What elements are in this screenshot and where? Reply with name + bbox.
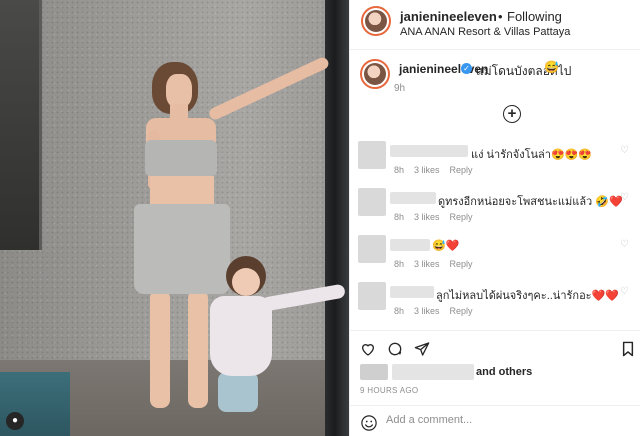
comment-icon[interactable] (387, 341, 403, 357)
comment-like-icon[interactable]: ♡ (620, 286, 629, 297)
comment-like-icon[interactable]: ♡ (620, 192, 629, 203)
post-photo[interactable]: ● (0, 0, 349, 436)
emoji-smile-icon[interactable] (360, 414, 378, 432)
glass-door-frame (325, 0, 349, 436)
blurred-username[interactable] (390, 239, 430, 251)
bookmark-icon[interactable] (622, 341, 634, 357)
comment-avatar[interactable] (358, 188, 386, 216)
blurred-username[interactable] (390, 286, 434, 298)
comment-like-icon[interactable]: ♡ (620, 145, 629, 156)
location-link[interactable]: ANA ANAN Resort & Villas Pattaya (400, 26, 570, 38)
following-button[interactable]: Following (507, 9, 562, 24)
reply-button[interactable]: Reply (450, 165, 473, 175)
child-dress (210, 296, 272, 376)
add-comment-input[interactable] (386, 414, 586, 426)
comment-meta: 8h 3 likes Reply (394, 212, 483, 222)
comment-item: ดูทรงอีกหน่อยจะโพสชนะแม่แล้ว 🤣❤️ 8h 3 lik… (350, 184, 640, 231)
child-face (232, 268, 260, 296)
comment-text: ลูกไม่หลบได้ผ่นจริงๆคะ..น่ารักอะ❤️❤️ (436, 290, 619, 302)
comment-text: ดูทรงอีกหน่อยจะโพสชนะแม่แล้ว 🤣❤️ (438, 196, 623, 208)
header-username[interactable]: janienineeleven (400, 9, 497, 24)
woman-midriff (150, 176, 214, 206)
comment-item: ลูกไม่หลบได้ผ่นจริงๆคะ..น่ารักอะ❤️❤️ 8h 3… (350, 278, 640, 325)
caption-avatar[interactable] (360, 59, 390, 89)
verified-badge-icon: ✓ (461, 63, 472, 74)
comment-time[interactable]: 8h (394, 259, 404, 269)
comment-avatar[interactable] (358, 282, 386, 310)
load-more-comments-button[interactable]: + (503, 105, 521, 123)
comment-likes[interactable]: 3 likes (414, 306, 440, 316)
woman-crop-top (145, 140, 217, 176)
likes-summary: and others (350, 362, 640, 382)
post-timestamp[interactable]: 9 HOURS AGO (360, 386, 418, 395)
heart-icon[interactable] (360, 341, 376, 357)
separator-dot: • (498, 9, 503, 24)
comment-like-icon[interactable]: ♡ (620, 239, 629, 250)
reply-button[interactable]: Reply (450, 306, 473, 316)
comment-text: 😅❤️ (432, 240, 460, 252)
comment-meta: 8h 3 likes Reply (394, 306, 483, 316)
comment-meta: 8h 3 likes Reply (394, 165, 483, 175)
share-icon[interactable] (414, 341, 430, 357)
user-tag-icon[interactable]: ● (6, 412, 24, 430)
child-legs (218, 372, 258, 412)
post-side-panel: janienineeleven • Following ANA ANAN Res… (349, 0, 640, 436)
liker-avatar[interactable] (360, 364, 388, 380)
comment-time[interactable]: 8h (394, 165, 404, 175)
comment-avatar[interactable] (358, 235, 386, 263)
blurred-username[interactable] (390, 192, 436, 204)
comment-avatar[interactable] (358, 141, 386, 169)
comment-likes[interactable]: 3 likes (414, 165, 440, 175)
likes-others-link[interactable]: and others (476, 366, 532, 378)
comment-text: แง่ น่ารักจังโนล่า😍😍😍 (471, 149, 593, 161)
dark-window (0, 0, 42, 250)
post-header: janienineeleven • Following ANA ANAN Res… (350, 0, 640, 50)
caption-emoji: 😅 (544, 60, 559, 74)
comment-item: แง่ น่ารักจังโนล่า😍😍😍 8h 3 likes Reply ♡ (350, 137, 640, 184)
woman-face (166, 74, 192, 108)
comment-time[interactable]: 8h (394, 212, 404, 222)
woman-leg-left (150, 290, 170, 408)
post-actions (350, 330, 640, 360)
caption-username[interactable]: janienineeleven (399, 62, 488, 76)
reply-button[interactable]: Reply (450, 259, 473, 269)
blurred-username[interactable] (390, 145, 468, 157)
caption-time[interactable]: 9h (394, 83, 405, 94)
comment-likes[interactable]: 3 likes (414, 259, 440, 269)
reply-button[interactable]: Reply (450, 212, 473, 222)
avatar[interactable] (361, 6, 391, 36)
comment-time[interactable]: 8h (394, 306, 404, 316)
woman-leg-right (188, 290, 208, 408)
add-comment-bar (350, 405, 640, 436)
woman-shorts (134, 204, 230, 294)
blurred-liker-name[interactable] (392, 364, 474, 380)
comment-meta: 8h 3 likes Reply (394, 259, 483, 269)
comment-likes[interactable]: 3 likes (414, 212, 440, 222)
comment-item: 😅❤️ 8h 3 likes Reply ♡ (350, 231, 640, 278)
